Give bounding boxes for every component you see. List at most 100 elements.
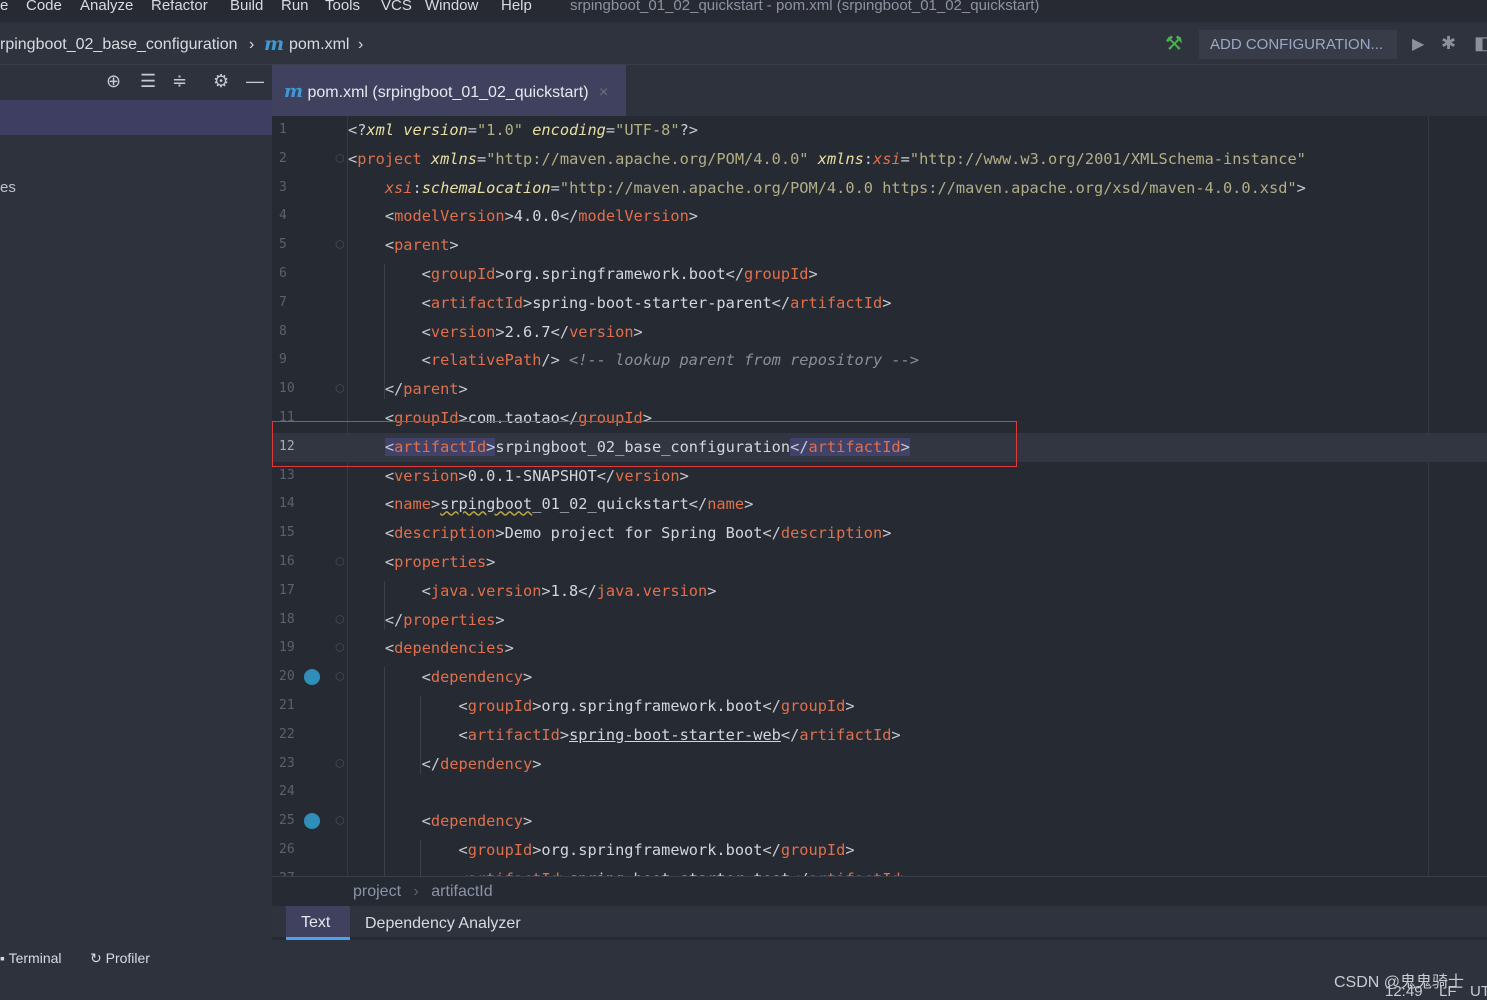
- coverage-icon[interactable]: ◧: [1474, 33, 1487, 54]
- breadcrumb-project[interactable]: project: [353, 883, 401, 900]
- menu-vcs[interactable]: VCS: [381, 0, 412, 14]
- fold-marker-icon[interactable]: ⬡: [335, 548, 345, 577]
- profiler-button[interactable]: ↻ Profiler: [90, 950, 150, 967]
- line-separator[interactable]: LF: [1439, 983, 1457, 1000]
- code-token: <: [348, 293, 431, 312]
- minimize-icon[interactable]: —: [246, 71, 264, 92]
- breadcrumb-artifactid[interactable]: artifactId: [431, 883, 492, 900]
- menu-refactor[interactable]: Refactor: [151, 0, 208, 14]
- code-token: version: [569, 322, 634, 341]
- code-line[interactable]: 26 <groupId>org.springframework.boot</gr…: [272, 836, 1487, 865]
- code-text: <artifactId>spring-boot-starter-test</ar…: [348, 865, 910, 876]
- fold-marker-icon[interactable]: ⬡: [335, 663, 345, 692]
- code-line[interactable]: 20 ⬡ <dependency>: [272, 663, 1487, 692]
- code-line[interactable]: 14 <name>srpingboot_01_02_quickstart</na…: [272, 490, 1487, 519]
- nav-file[interactable]: pom.xml: [289, 36, 349, 54]
- code-line[interactable]: 19 ⬡ <dependencies>: [272, 634, 1487, 663]
- code-line[interactable]: 3 xsi:schemaLocation="http://maven.apach…: [272, 174, 1487, 203]
- code-token: <: [348, 841, 468, 859]
- code-line[interactable]: 1 <?xml version="1.0" encoding="UTF-8"?>: [272, 116, 1487, 145]
- code-token: artifactId: [799, 725, 892, 744]
- code-token: groupId: [780, 697, 846, 715]
- tab-pom-xml[interactable]: m pom.xml (srpingboot_01_02_quickstart) …: [272, 65, 626, 116]
- code-line[interactable]: 15 <description>Demo project for Spring …: [272, 519, 1487, 548]
- code-line[interactable]: 7 <artifactId>spring-boot-starter-parent…: [272, 289, 1487, 318]
- code-token: >: [679, 466, 689, 485]
- tree-item-label[interactable]: es: [0, 179, 16, 196]
- add-configuration-button[interactable]: ADD CONFIGURATION...: [1199, 30, 1397, 59]
- line-number: 2: [279, 150, 287, 166]
- caret-time[interactable]: 12:49: [1385, 983, 1423, 1000]
- code-line[interactable]: 9 <relativePath/> <!-- lookup parent fro…: [272, 346, 1487, 375]
- code-line[interactable]: 22 <artifactId>spring-boot-starter-web</…: [272, 721, 1487, 750]
- code-text: <name>srpingboot_01_02_quickstart</name>: [348, 490, 753, 519]
- file-encoding[interactable]: UT: [1470, 983, 1487, 1000]
- code-token: _01_02_quickstart: [532, 495, 689, 514]
- code-line[interactable]: 2 ⬡ <project xmlns="http://maven.apache.or…: [272, 145, 1487, 174]
- code-token: >: [495, 524, 505, 543]
- code-token: >: [458, 466, 468, 485]
- code-line[interactable]: 6 <groupId>org.springframework.boot</gro…: [272, 260, 1487, 289]
- terminal-icon: ▪: [0, 950, 5, 966]
- code-line[interactable]: 10 ⬡ </parent>: [272, 375, 1487, 404]
- code-line[interactable]: 27 <artifactId>spring-boot-starter-test<…: [272, 865, 1487, 876]
- code-token: dependency: [440, 754, 533, 773]
- fold-marker-icon[interactable]: ⬡: [335, 375, 345, 404]
- code-line[interactable]: 18 ⬡ </properties>: [272, 606, 1487, 635]
- code-token: >: [495, 265, 505, 283]
- code-token: <: [348, 265, 431, 283]
- xml-breadcrumb: project › artifactId: [272, 876, 1487, 906]
- line-number: 8: [279, 323, 287, 339]
- locate-target-icon[interactable]: ⊕: [106, 71, 121, 92]
- tab-text[interactable]: Text: [286, 906, 350, 940]
- code-line[interactable]: 17 <java.version>1.8</java.version>: [272, 577, 1487, 606]
- fold-marker-icon[interactable]: ⬡: [335, 606, 345, 635]
- code-line[interactable]: 24: [272, 778, 1487, 807]
- menu-help[interactable]: Help: [501, 0, 532, 14]
- line-number: 24: [279, 784, 295, 800]
- code-token: >: [882, 524, 892, 543]
- code-line[interactable]: 25 ⬡ <dependency>: [272, 807, 1487, 836]
- code-line[interactable]: 23 ⬡ </dependency>: [272, 750, 1487, 779]
- menu-run[interactable]: Run: [281, 0, 309, 14]
- code-token: <: [348, 639, 395, 658]
- code-token: >: [845, 841, 855, 859]
- nav-project[interactable]: rpingboot_02_base_configuration: [0, 36, 238, 54]
- project-panel-toolbar: ⊕ ☰ ≑ ⚙ —: [0, 65, 272, 100]
- code-line[interactable]: 5 ⬡ <parent>: [272, 231, 1487, 260]
- fold-marker-icon[interactable]: ⬡: [335, 634, 345, 663]
- fold-marker-icon[interactable]: ⬡: [335, 750, 345, 779]
- menu-tools[interactable]: Tools: [325, 0, 360, 14]
- fold-marker-icon[interactable]: ⬡: [335, 807, 345, 836]
- collapse-all-icon[interactable]: ≑: [172, 71, 187, 92]
- code-token: modelVersion: [578, 207, 689, 226]
- tab-dependency-analyzer[interactable]: Dependency Analyzer: [365, 915, 521, 933]
- line-number: 27: [272, 865, 322, 876]
- terminal-button[interactable]: ▪ Terminal: [0, 950, 62, 966]
- code-token: <: [348, 149, 358, 168]
- fold-marker-icon[interactable]: ⬡: [335, 145, 345, 174]
- code-editor[interactable]: 1 <?xml version="1.0" encoding="UTF-8"?> 2…: [272, 116, 1487, 876]
- menu-analyze[interactable]: Analyze: [80, 0, 133, 14]
- code-line[interactable]: 21 <groupId>org.springframework.boot</gr…: [272, 692, 1487, 721]
- build-hammer-icon[interactable]: ⚒: [1165, 31, 1183, 56]
- fold-marker-icon[interactable]: ⬡: [335, 231, 345, 260]
- menu-code[interactable]: Code: [26, 0, 62, 14]
- debug-bug-icon[interactable]: ✱: [1441, 33, 1456, 54]
- menu-edit[interactable]: e: [0, 0, 8, 14]
- run-icon[interactable]: ▶: [1412, 34, 1424, 54]
- menu-build[interactable]: Build: [230, 0, 263, 14]
- menu-window[interactable]: Window: [425, 0, 478, 14]
- selected-tree-item[interactable]: [0, 100, 272, 135]
- code-line[interactable]: 8 <version>2.6.7</version>: [272, 318, 1487, 347]
- code-token: groupId: [430, 265, 496, 283]
- code-token: >: [458, 380, 468, 399]
- close-tab-icon[interactable]: ×: [599, 84, 608, 101]
- expand-all-icon[interactable]: ☰: [140, 71, 156, 92]
- code-line[interactable]: 4 <modelVersion>4.0.0</modelVersion>: [272, 202, 1487, 231]
- code-token: srpingboot: [440, 495, 533, 514]
- code-token: >: [744, 495, 754, 514]
- gear-icon[interactable]: ⚙: [213, 71, 229, 92]
- code-line[interactable]: 16 ⬡ <properties>: [272, 548, 1487, 577]
- line-number: 3: [279, 179, 287, 195]
